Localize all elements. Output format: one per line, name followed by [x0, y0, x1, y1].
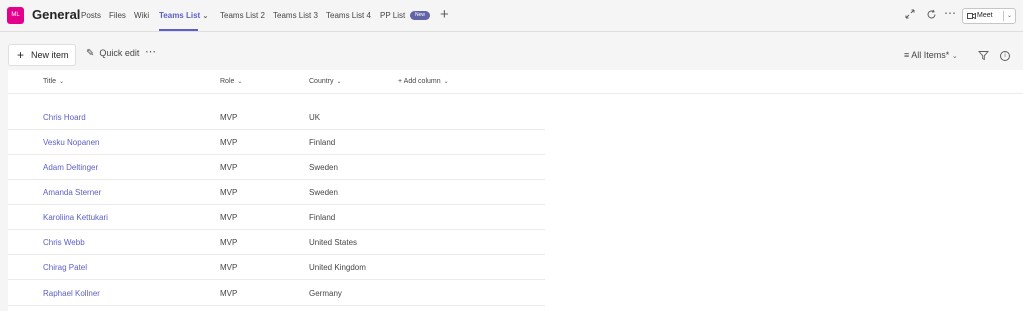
- meet-divider: [1003, 11, 1004, 21]
- meet-label: Meet: [977, 12, 993, 19]
- new-item-label: New item: [31, 50, 69, 60]
- tab-pp-list[interactable]: PP List: [380, 11, 405, 20]
- filter-icon[interactable]: [978, 48, 989, 66]
- table-row[interactable]: Vesku Nopanen MVP Finland: [8, 130, 545, 155]
- chevron-down-icon[interactable]: ⌄: [202, 13, 208, 20]
- tab-teams-list-label: Teams List: [159, 11, 201, 20]
- expand-icon[interactable]: [905, 9, 915, 22]
- row-country: UK: [309, 113, 321, 122]
- chevron-down-icon: ⌄: [336, 79, 342, 85]
- chevron-down-icon[interactable]: ⌄: [1007, 9, 1012, 23]
- column-header-title[interactable]: Title ⌄: [43, 78, 64, 85]
- column-country-label: Country: [309, 78, 334, 85]
- row-role: MVP: [220, 188, 238, 197]
- new-badge: New: [410, 11, 430, 20]
- tab-files[interactable]: Files: [109, 11, 126, 20]
- refresh-icon[interactable]: [926, 9, 937, 23]
- pencil-icon: ✎: [86, 48, 95, 59]
- row-country: United Kingdom: [309, 263, 366, 272]
- chevron-down-icon: ⌄: [443, 79, 449, 85]
- row-title-link[interactable]: Chirag Patel: [43, 263, 87, 272]
- tab-teams-list-3[interactable]: Teams List 3: [273, 11, 318, 20]
- view-selector[interactable]: ≡ All Items* ⌄: [904, 50, 958, 60]
- tab-teams-list[interactable]: Teams List ⌄: [159, 11, 208, 20]
- row-title-link[interactable]: Raphael Kollner: [43, 289, 100, 298]
- row-title-link[interactable]: Karoliina Kettukari: [43, 213, 108, 222]
- column-header-role[interactable]: Role ⌄: [220, 78, 242, 85]
- row-title-link[interactable]: Chris Webb: [43, 238, 85, 247]
- row-country: United States: [309, 238, 358, 247]
- view-label: All Items*: [911, 50, 950, 60]
- row-country: Germany: [309, 289, 342, 298]
- row-role: MVP: [220, 263, 238, 272]
- row-title-link[interactable]: Chris Hoard: [43, 113, 86, 122]
- row-role: MVP: [220, 163, 238, 172]
- row-title-link[interactable]: Amanda Sterner: [43, 188, 101, 197]
- row-role: MVP: [220, 138, 238, 147]
- row-title-link[interactable]: Vesku Nopanen: [43, 138, 100, 147]
- column-header-row: Title ⌄ Role ⌄ Country ⌄ + Add column ⌄: [8, 70, 1023, 94]
- table-row[interactable]: Chris Webb MVP United States: [8, 230, 545, 255]
- table-row[interactable]: Adam Deltinger MVP Sweden: [8, 155, 545, 180]
- tab-teams-list-4[interactable]: Teams List 4: [326, 11, 371, 20]
- column-title-label: Title: [43, 78, 56, 85]
- chevron-down-icon: ⌄: [951, 53, 958, 60]
- more-commands-icon[interactable]: ⋯: [145, 45, 156, 58]
- tab-posts[interactable]: Posts: [81, 11, 101, 20]
- row-country: Sweden: [309, 163, 338, 172]
- row-country: Finland: [309, 213, 336, 222]
- more-options-icon[interactable]: ⋯: [944, 6, 956, 20]
- meet-button[interactable]: Meet ⌄: [962, 8, 1016, 24]
- table-row[interactable]: Karoliina Kettukari MVP Finland: [8, 205, 545, 230]
- add-column-label: Add column: [403, 78, 441, 85]
- table-row[interactable]: Amanda Sterner MVP Sweden: [8, 180, 545, 205]
- chevron-down-icon: ⌄: [58, 79, 64, 85]
- channel-title: General: [32, 7, 81, 22]
- active-tab-indicator: [159, 29, 198, 31]
- table-row[interactable]: Chirag Patel MVP United Kingdom: [8, 255, 545, 280]
- new-item-button[interactable]: + New item: [8, 44, 76, 66]
- quick-edit-button[interactable]: ✎ Quick edit: [86, 48, 139, 59]
- column-header-country[interactable]: Country ⌄: [309, 78, 342, 85]
- table-row[interactable]: Chris Hoard MVP UK: [8, 105, 545, 130]
- add-column-button[interactable]: + Add column ⌄: [398, 78, 449, 85]
- team-avatar[interactable]: ML: [7, 7, 24, 24]
- chevron-down-icon: ⌄: [237, 79, 243, 85]
- row-role: MVP: [220, 213, 238, 222]
- row-country: Sweden: [309, 188, 338, 197]
- row-role: MVP: [220, 113, 238, 122]
- quick-edit-label: Quick edit: [99, 48, 140, 58]
- tab-teams-list-2[interactable]: Teams List 2: [220, 11, 265, 20]
- channel-header: ML General Posts Files Wiki Teams List ⌄…: [0, 0, 1023, 32]
- row-title-link[interactable]: Adam Deltinger: [43, 163, 98, 172]
- view-lines-icon: ≡: [904, 50, 910, 60]
- row-role: MVP: [220, 238, 238, 247]
- list-view: Title ⌄ Role ⌄ Country ⌄ + Add column ⌄ Chri…: [8, 70, 1023, 311]
- add-tab-icon[interactable]: +: [440, 6, 449, 23]
- video-camera-icon: [967, 9, 976, 29]
- tab-wiki[interactable]: Wiki: [134, 11, 149, 20]
- command-bar: + New item ✎ Quick edit ⋯ ≡ All Items* ⌄ …: [0, 44, 1023, 70]
- row-role: MVP: [220, 289, 238, 298]
- info-icon[interactable]: i: [1000, 51, 1010, 61]
- table-row[interactable]: Raphael Kollner MVP Germany: [8, 281, 545, 306]
- plus-icon: +: [17, 48, 25, 62]
- row-country: Finland: [309, 138, 336, 147]
- column-role-label: Role: [220, 78, 235, 85]
